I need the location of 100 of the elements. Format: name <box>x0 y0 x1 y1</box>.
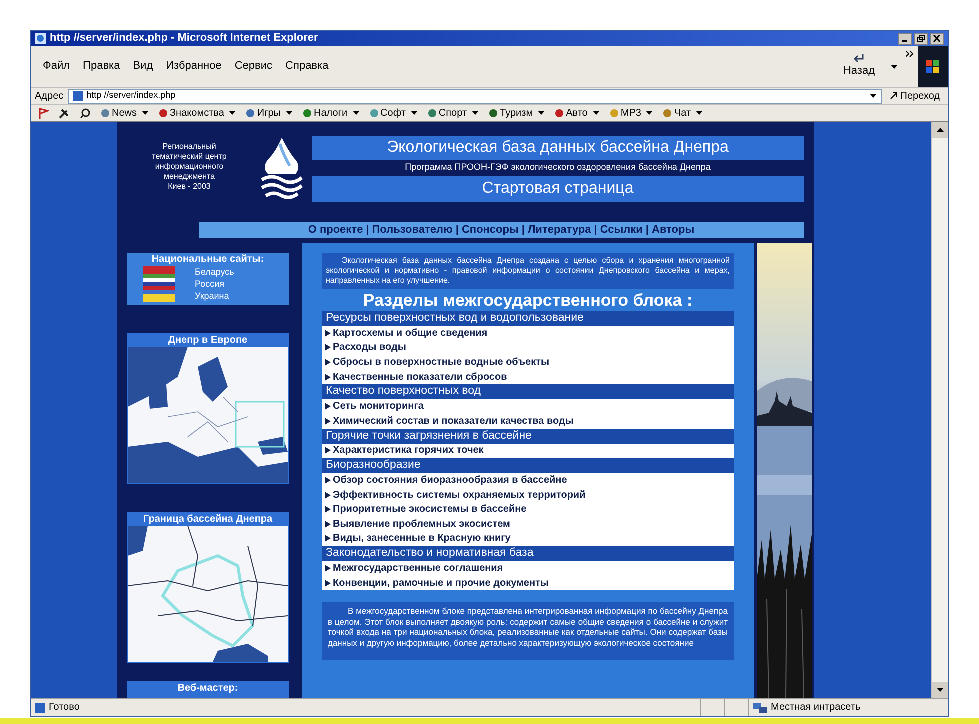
link-button[interactable]: Знакомства <box>159 106 224 120</box>
bullet-icon <box>325 330 331 337</box>
box-title: Днепр в Европе <box>167 334 249 347</box>
back-arrow-icon <box>853 53 866 64</box>
link-icon <box>159 108 168 118</box>
dropdown-arrow-icon[interactable] <box>538 111 546 115</box>
section-link[interactable]: Качественные показатели сбросов <box>322 370 734 384</box>
section-link[interactable]: Сбросы в поверхностные водные объекты <box>322 355 734 370</box>
section-link[interactable]: Приоритетные экосистемы в бассейне <box>322 502 734 517</box>
chevron-icon[interactable] <box>906 50 914 58</box>
nav-separator: | <box>522 222 525 238</box>
network-icon <box>753 702 767 714</box>
country-link[interactable]: Россия <box>195 280 225 288</box>
dropdown-arrow-icon[interactable] <box>870 94 878 98</box>
section-link[interactable]: Виды, занесенные в Красную книгу <box>322 532 734 546</box>
menu-item[interactable]: Справка <box>286 58 329 75</box>
link-button[interactable]: Спорт <box>428 106 468 120</box>
dropdown-arrow-icon[interactable] <box>646 111 654 115</box>
menu-item[interactable]: Вид <box>133 58 154 75</box>
section-link[interactable]: Обзор состояния биоразнообразия в бассейне <box>322 473 734 488</box>
logo-text: Региональный тематический центр информационного менеджмента Киев - 2003 <box>152 142 227 193</box>
bullet-icon <box>325 564 331 572</box>
search-icon[interactable] <box>80 108 91 118</box>
section-link[interactable]: Расходы воды <box>322 340 734 356</box>
bullet-icon <box>325 580 331 587</box>
section-link[interactable]: Межгосударственные соглашения <box>322 561 734 576</box>
bullet-icon <box>325 447 331 454</box>
bullet-icon <box>325 476 331 484</box>
link-icon <box>303 108 312 118</box>
flag-icon[interactable] <box>39 108 49 118</box>
flag-icon <box>143 278 175 290</box>
dropdown-arrow-icon[interactable] <box>410 111 418 115</box>
link-icon <box>489 108 498 118</box>
link-button[interactable]: Игры <box>246 106 281 120</box>
section-link[interactable]: Конвенции, рамочные и прочие документы <box>322 576 734 590</box>
link-button[interactable]: Налоги <box>303 106 348 120</box>
section-link[interactable]: Характеристика горячих точек <box>322 444 734 458</box>
dropdown-arrow-icon[interactable] <box>142 111 150 115</box>
windows-logo-icon <box>918 46 948 87</box>
menu-item[interactable]: Правка <box>83 58 120 75</box>
section-header: Биоразнообразие <box>322 458 734 474</box>
menu-item[interactable]: Сервис <box>234 58 273 75</box>
link-button[interactable]: MP3 <box>610 106 642 120</box>
address-field[interactable]: http //server/index.php <box>68 88 882 104</box>
dropdown-arrow-icon[interactable] <box>286 111 293 115</box>
tools-icon[interactable] <box>59 108 70 118</box>
status-text: Готово <box>49 701 80 715</box>
bullet-icon <box>325 418 331 425</box>
menu-item[interactable]: Избранное <box>166 58 222 75</box>
nav-link[interactable]: Спонсоры <box>462 222 519 238</box>
address-text: http //server/index.php <box>86 89 176 102</box>
dropdown-arrow-icon[interactable] <box>229 111 236 115</box>
dropdown-arrow-icon[interactable] <box>472 111 480 115</box>
minimize-button[interactable] <box>898 32 912 44</box>
section-header: Качество поверхностных вод <box>322 384 734 400</box>
address-label: Адрес <box>35 90 64 104</box>
site-subtitle: Программа ПРООН-ГЭФ экологического оздоровления бассейна Днепра <box>404 161 712 174</box>
dropdown-arrow-icon[interactable] <box>352 111 360 115</box>
nav-link[interactable]: Пользователю <box>372 222 453 238</box>
bullet-icon <box>325 492 331 499</box>
intro-text: Экологическая база данных бассейна Днепра создана с целью сбора и хранения многогранной экологической и нормативно - правовой информации о состоянии Днепровского бассейна и мерах, направленных на его улучшение. <box>322 253 734 289</box>
nav-separator: | <box>456 222 459 238</box>
link-button[interactable]: Туризм <box>489 106 534 120</box>
dropdown-arrow-icon[interactable] <box>891 64 898 68</box>
section-link[interactable]: Химический состав и показатели качества воды <box>322 414 734 429</box>
scroll-up-icon[interactable] <box>936 128 944 132</box>
link-icon <box>428 108 437 118</box>
country-link[interactable]: Украина <box>195 292 230 300</box>
section-link[interactable]: Сеть мониторинга <box>322 399 734 414</box>
link-button[interactable]: News <box>101 106 138 120</box>
back-button[interactable]: Назад <box>835 53 883 80</box>
menu-item[interactable]: Файл <box>43 58 70 75</box>
link-button[interactable]: Софт <box>370 106 406 120</box>
nav-separator: | <box>594 222 598 238</box>
close-button[interactable] <box>930 32 944 44</box>
section-link[interactable]: Выявление проблемных экосистем <box>322 516 734 532</box>
scrollbar[interactable] <box>931 122 948 698</box>
site-title: Экологическая база данных бассейна Днепра <box>312 136 804 160</box>
dropdown-arrow-icon[interactable] <box>696 111 704 115</box>
dropdown-arrow-icon[interactable] <box>592 111 600 115</box>
restore-icon <box>917 35 925 42</box>
section-header: Законодательство и нормативная база <box>322 546 734 562</box>
link-button[interactable]: Чат <box>663 106 692 120</box>
nav-link[interactable]: Авторы <box>652 222 695 238</box>
link-icon <box>101 108 110 118</box>
go-arrow-icon <box>890 92 898 100</box>
section-link[interactable]: Эффективность системы охраняемых территорий <box>322 488 734 502</box>
outro-text: В межгосударственном блоке представлена интегрированная информация по бассейну Днепра в целом. Этот блок выполняет двоякую роль: содержит самые общие сведения о бассейне и служит точкой входа на три национальных блока, реализованные как отдельные сайты. Они содержат базы данных и другую информацию, более детально характеризующую экологическое состояние <box>322 602 734 660</box>
nav-link[interactable]: Литература <box>528 222 592 238</box>
nav-link[interactable]: Ссылки <box>600 222 643 238</box>
zone-text: Местная интрасеть <box>771 701 861 715</box>
bullet-icon <box>325 520 331 528</box>
nav-link[interactable]: О проекте <box>308 222 364 238</box>
go-button[interactable]: Переход <box>886 88 944 104</box>
scroll-down-icon[interactable] <box>936 688 944 692</box>
link-button[interactable]: Авто <box>555 106 588 120</box>
section-link[interactable]: Картосхемы и общие сведения <box>322 326 734 341</box>
bullet-icon <box>325 358 331 366</box>
maximize-button[interactable] <box>914 32 928 44</box>
country-link[interactable]: Беларусь <box>195 268 234 276</box>
